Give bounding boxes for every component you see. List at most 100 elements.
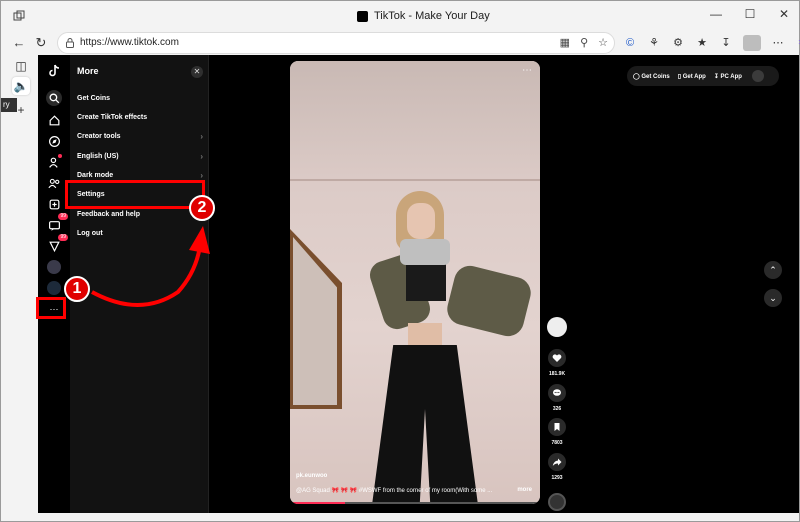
- annotation-highlight-settings: [65, 180, 205, 209]
- zoom-icon[interactable]: ⚲: [580, 36, 588, 49]
- menu-item-label: Get Coins: [77, 95, 111, 102]
- share-count: 1293: [551, 475, 563, 481]
- window-controls: — ☐ ✕: [709, 7, 791, 21]
- comment-icon: [553, 389, 561, 396]
- tiktok-favicon-icon: [357, 10, 368, 22]
- menu-item-label: English (US): [77, 153, 119, 160]
- comment-count: 326: [552, 406, 562, 412]
- menu-item-label: Feedback and help: [77, 211, 141, 218]
- annotation-highlight-more: [36, 297, 66, 319]
- get-coins-label: Get Coins: [641, 73, 670, 80]
- activity-badge: 99: [58, 234, 68, 241]
- get-coins-button[interactable]: ◯ Get Coins: [633, 73, 670, 80]
- profile-avatar[interactable]: [743, 35, 761, 51]
- downloads-icon[interactable]: ↧: [719, 36, 733, 50]
- favorite-star-icon[interactable]: ☆: [598, 36, 608, 49]
- minimize-icon[interactable]: —: [709, 7, 723, 21]
- explore-icon[interactable]: [46, 133, 62, 149]
- window-title-text: TikTok - Make Your Day: [374, 10, 490, 22]
- favorites-icon[interactable]: ★: [695, 36, 709, 50]
- annotation-step-1: 1: [64, 276, 90, 302]
- url-text[interactable]: https://www.tiktok.com: [80, 37, 179, 48]
- upload-icon[interactable]: [46, 196, 62, 212]
- profile-avatar-rail[interactable]: [47, 260, 61, 274]
- activity-icon[interactable]: 99: [46, 234, 68, 254]
- following-icon[interactable]: [46, 154, 62, 170]
- lock-icon[interactable]: [64, 37, 76, 49]
- navigation-bar: ← ↻ https://www.tiktok.com ▦ ⚲ ☆ © ⚘ ⚙ ★…: [1, 31, 800, 55]
- video-username[interactable]: pk.eunwoo: [296, 473, 327, 479]
- extensions-toolbar: © ⚘ ⚙ ★ ↧ ⋯ ✶: [623, 35, 800, 51]
- next-video-button[interactable]: ⌄: [764, 289, 782, 307]
- close-window-icon[interactable]: ✕: [777, 7, 791, 21]
- inbox-icon[interactable]: 99: [46, 213, 68, 233]
- extension-c-icon[interactable]: ©: [623, 36, 637, 50]
- menu-item-language[interactable]: English (US) ›: [77, 150, 203, 164]
- top-actions-bar: ◯ Get Coins ▯ Get App ↧ PC App: [627, 66, 779, 86]
- annotation-step-2: 2: [189, 195, 215, 221]
- app-available-icon[interactable]: ▦: [560, 36, 570, 49]
- music-disc-icon[interactable]: [548, 493, 566, 511]
- tab-actions-icon[interactable]: ◫: [12, 57, 30, 75]
- caption-more-link[interactable]: more: [517, 487, 532, 493]
- video-scene-line: [290, 179, 540, 181]
- search-icon[interactable]: [46, 90, 62, 106]
- home-icon[interactable]: [46, 112, 62, 128]
- video-caption: @AG Squad 🎀 🎀 🎀 #WSWF from the corner of…: [296, 488, 493, 494]
- live-avatar[interactable]: [47, 281, 61, 295]
- tiktok-logo-icon[interactable]: [46, 63, 62, 79]
- friends-icon[interactable]: [46, 175, 62, 191]
- creator-avatar[interactable]: [547, 317, 567, 337]
- copilot-icon[interactable]: ✶: [795, 36, 800, 50]
- video-progress-fill: [290, 502, 345, 504]
- save-button[interactable]: [548, 418, 566, 436]
- more-panel: More ✕ Get Coins Create TikTok effects C…: [70, 55, 209, 513]
- menu-item-feedback[interactable]: Feedback and help: [77, 208, 203, 222]
- video-progress-bar[interactable]: [290, 502, 540, 504]
- save-count: 7803: [551, 440, 563, 446]
- vertical-tabs: ◫ 🔈 +: [1, 55, 37, 521]
- tab-tiktok-muted[interactable]: 🔈: [12, 77, 30, 95]
- like-count: 181.9K: [548, 371, 566, 377]
- refresh-icon[interactable]: ↻: [33, 35, 49, 51]
- previous-video-button[interactable]: ⌃: [764, 261, 782, 279]
- video-scene-face: [407, 203, 435, 239]
- video-player[interactable]: ⋯ pk.eunwoo @AG Squad 🎀 🎀 🎀 #WSWF from t…: [290, 61, 540, 504]
- menu-item-label: Dark mode: [77, 172, 114, 179]
- share-button[interactable]: [548, 453, 566, 471]
- extension-icon[interactable]: ⚙: [671, 36, 685, 50]
- get-app-label: Get App: [682, 73, 706, 80]
- menu-item-creator-tools[interactable]: Creator tools ›: [77, 130, 203, 144]
- get-app-button[interactable]: ▯ Get App: [678, 73, 706, 80]
- comment-button[interactable]: [548, 384, 566, 402]
- share-arrow-icon: [552, 458, 562, 466]
- menu-item-create-effects[interactable]: Create TikTok effects: [77, 111, 203, 125]
- tiktok-page: 99 99 ⋯ More ✕ Get Coins Create TikTok e…: [38, 55, 799, 513]
- menu-item-get-coins[interactable]: Get Coins: [77, 92, 203, 106]
- menu-item-label: Create TikTok effects: [77, 114, 148, 121]
- menu-item-label: Log out: [77, 230, 103, 237]
- title-bar: TikTok - Make Your Day — ☐ ✕: [1, 1, 799, 31]
- more-options-icon[interactable]: ⋯: [771, 36, 785, 50]
- workspaces-icon[interactable]: [13, 10, 25, 22]
- tooltip-fragment: ry: [1, 98, 17, 112]
- menu-item-log-out[interactable]: Log out: [77, 227, 203, 241]
- like-button[interactable]: [548, 349, 566, 367]
- notification-dot: [58, 154, 62, 158]
- user-avatar[interactable]: [751, 70, 764, 82]
- address-bar[interactable]: https://www.tiktok.com ▦ ⚲ ☆: [57, 32, 615, 54]
- browser-window: TikTok - Make Your Day — ☐ ✕ ← ↻ https:/…: [0, 0, 800, 522]
- extension-puzzle-icon[interactable]: ⚘: [647, 36, 661, 50]
- maximize-icon[interactable]: ☐: [743, 7, 757, 21]
- menu-item-label: Creator tools: [77, 133, 121, 140]
- address-bar-actions: ▦ ⚲ ☆: [560, 36, 608, 49]
- close-icon[interactable]: ✕: [191, 66, 203, 78]
- video-more-options-icon[interactable]: ⋯: [522, 65, 532, 76]
- inbox-badge: 99: [58, 213, 68, 220]
- pc-app-button[interactable]: ↧ PC App: [714, 73, 742, 80]
- chevron-right-icon: ›: [200, 152, 203, 161]
- video-scene-scarf: [400, 239, 450, 265]
- back-icon[interactable]: ←: [11, 35, 27, 51]
- bookmark-icon: [554, 423, 560, 431]
- chevron-right-icon: ›: [200, 132, 203, 141]
